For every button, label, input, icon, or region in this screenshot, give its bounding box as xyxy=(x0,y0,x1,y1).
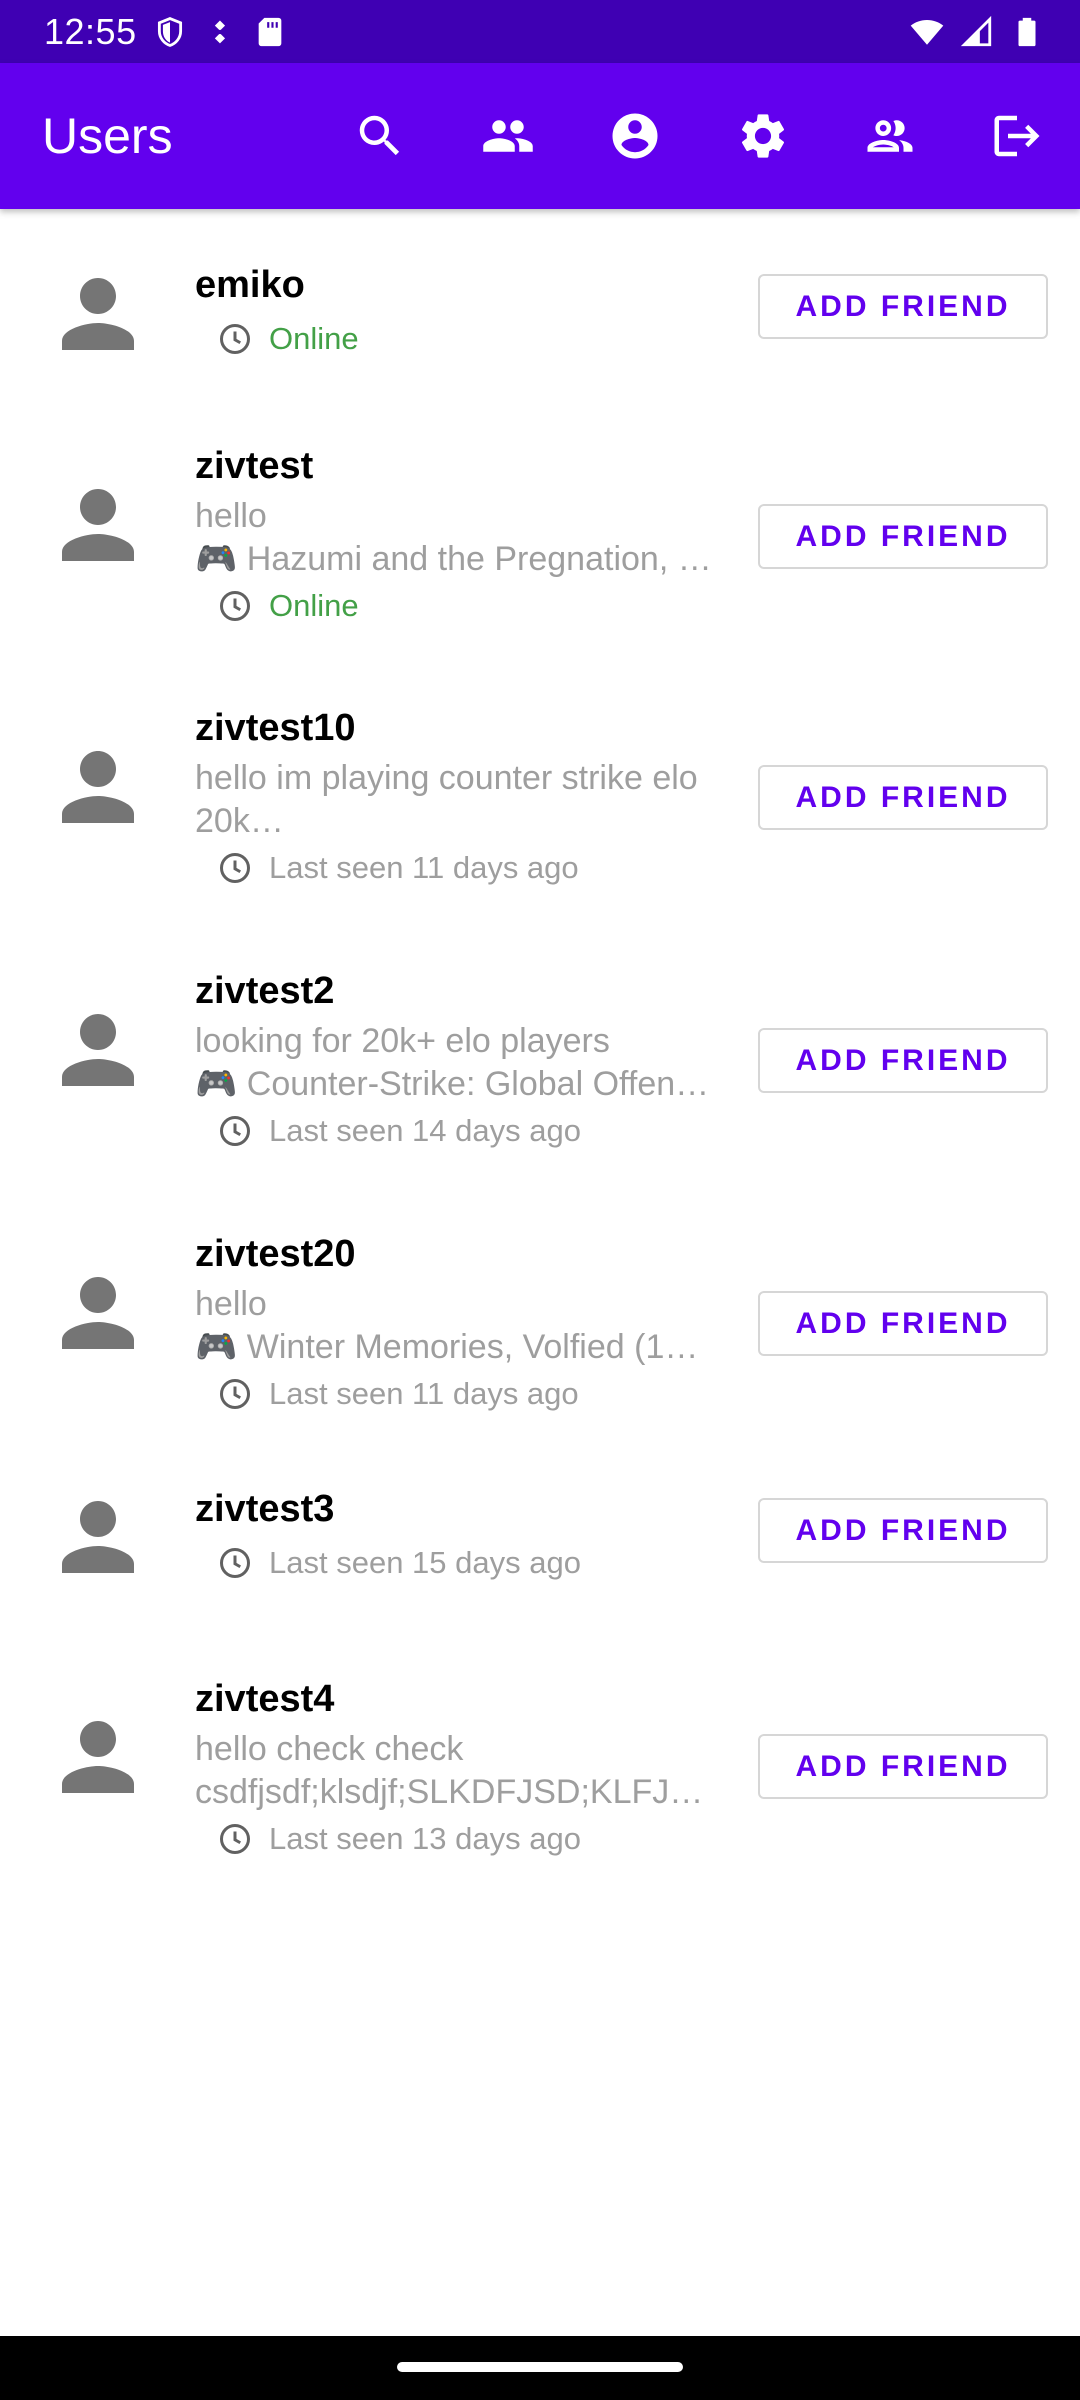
user-bio: hello check check csdfjsdf;klsdjf;SLKDFJ… xyxy=(195,1730,704,1811)
avatar xyxy=(44,733,152,841)
settings-button[interactable] xyxy=(728,101,798,171)
user-info: zivtest4 hello check check csdfjsdf;klsd… xyxy=(195,1676,735,1864)
user-info: zivtest10 hello im playing counter strik… xyxy=(195,705,735,893)
app-bar: Users xyxy=(0,63,1080,209)
logout-button[interactable] xyxy=(982,101,1052,171)
logout-icon xyxy=(994,115,1040,157)
status-text: Last seen 15 days ago xyxy=(269,1545,581,1580)
status-line: Online xyxy=(195,581,735,631)
user-bio: hello xyxy=(195,497,267,535)
user-list: emiko Online ADD FRIEND zivtest hello 🎮 … xyxy=(0,209,1080,1887)
person-icon xyxy=(62,1501,134,1573)
list-item[interactable]: emiko Online ADD FRIEND xyxy=(0,209,1080,395)
status-text: Last seen 14 days ago xyxy=(269,1113,581,1148)
profile-button[interactable] xyxy=(600,101,670,171)
status-line: Last seen 11 days ago xyxy=(195,1369,735,1419)
list-item[interactable]: zivtest10 hello im playing counter strik… xyxy=(0,655,1080,918)
avatar xyxy=(44,1259,152,1367)
user-info: zivtest2 looking for 20k+ elo players 🎮 … xyxy=(195,968,735,1156)
add-friend-button[interactable]: ADD FRIEND xyxy=(758,1291,1048,1356)
settings-icon xyxy=(741,114,785,158)
group-outline-icon xyxy=(867,120,913,152)
avatar xyxy=(44,1703,152,1811)
list-item[interactable]: zivtest2 looking for 20k+ elo players 🎮 … xyxy=(0,918,1080,1181)
person-icon xyxy=(62,489,134,561)
username: zivtest3 xyxy=(195,1488,335,1530)
status-text: Online xyxy=(269,321,359,356)
user-bio: hello xyxy=(195,1285,267,1323)
add-friend-button[interactable]: ADD FRIEND xyxy=(758,504,1048,569)
signal-icon xyxy=(960,15,992,46)
status-line: Online xyxy=(195,314,735,364)
avatar xyxy=(44,1483,152,1591)
user-info: zivtest3 Last seen 15 days ago xyxy=(195,1486,735,1588)
status-line: Last seen 13 days ago xyxy=(195,1814,735,1864)
status-text: Online xyxy=(269,588,359,623)
status-bar-left: 12:55 xyxy=(44,11,287,53)
people-icon xyxy=(483,120,533,152)
username: zivtest10 xyxy=(195,707,356,749)
person-icon xyxy=(62,1277,134,1349)
navigation-bar xyxy=(0,2336,1080,2400)
user-bio: hello im playing counter strike elo 20k… xyxy=(195,759,698,840)
add-friend-button[interactable]: ADD FRIEND xyxy=(758,1498,1048,1563)
list-item[interactable]: zivtest hello 🎮 Hazumi and the Pregnatio… xyxy=(0,395,1080,655)
list-item[interactable]: zivtest3 Last seen 15 days ago ADD FRIEN… xyxy=(0,1444,1080,1624)
username: emiko xyxy=(195,264,305,306)
person-icon xyxy=(62,1721,134,1793)
clock-icon xyxy=(220,1548,250,1578)
account-circle-icon xyxy=(612,113,658,159)
username: zivtest4 xyxy=(195,1678,335,1720)
clock-icon xyxy=(220,1824,250,1854)
status-time: 12:55 xyxy=(44,10,137,52)
status-text: Last seen 11 days ago xyxy=(269,850,579,885)
data-saver-icon xyxy=(214,19,225,43)
status-line: Last seen 15 days ago xyxy=(195,1538,735,1588)
user-info: zivtest hello 🎮 Hazumi and the Pregnatio… xyxy=(195,443,735,631)
search-button[interactable] xyxy=(345,101,415,171)
status-text: Last seen 13 days ago xyxy=(269,1821,581,1856)
clock-icon xyxy=(220,1116,250,1146)
user-bio: looking for 20k+ elo players xyxy=(195,1022,610,1060)
sd-card-icon xyxy=(258,17,281,46)
wifi-icon xyxy=(910,19,944,45)
add-friend-button[interactable]: ADD FRIEND xyxy=(758,765,1048,830)
home-gesture-handle[interactable] xyxy=(397,2362,683,2372)
status-text: Last seen 11 days ago xyxy=(269,1376,579,1411)
clock-icon xyxy=(220,853,250,883)
user-info: emiko Online xyxy=(195,262,735,364)
user-game: 🎮 Counter-Strike: Global Offen… xyxy=(195,1065,710,1103)
avatar xyxy=(44,996,152,1104)
status-bar: 12:55 xyxy=(0,0,1080,63)
groups-button[interactable] xyxy=(855,101,925,171)
username: zivtest2 xyxy=(195,970,335,1012)
list-item[interactable]: zivtest20 hello 🎮 Winter Memories, Volfi… xyxy=(0,1181,1080,1444)
status-line: Last seen 11 days ago xyxy=(195,843,735,893)
clock-icon xyxy=(220,324,250,354)
battery-icon xyxy=(1018,17,1036,46)
add-friend-button[interactable]: ADD FRIEND xyxy=(758,1734,1048,1799)
add-friend-button[interactable]: ADD FRIEND xyxy=(758,274,1048,339)
username: zivtest xyxy=(195,445,314,487)
list-item[interactable]: zivtest4 hello check check csdfjsdf;klsd… xyxy=(0,1624,1080,1887)
page-title: Users xyxy=(42,108,173,164)
avatar xyxy=(44,471,152,579)
clock-icon xyxy=(220,591,250,621)
friends-button[interactable] xyxy=(473,101,543,171)
user-game: 🎮 Winter Memories, Volfied (1… xyxy=(195,1328,699,1366)
person-icon xyxy=(62,751,134,823)
person-icon xyxy=(62,1014,134,1086)
search-icon xyxy=(359,115,400,156)
user-info: zivtest20 hello 🎮 Winter Memories, Volfi… xyxy=(195,1231,735,1419)
status-line: Last seen 14 days ago xyxy=(195,1106,735,1156)
shield-icon xyxy=(157,16,182,47)
avatar xyxy=(44,260,152,368)
clock-icon xyxy=(220,1379,250,1409)
user-game: 🎮 Hazumi and the Pregnation, … xyxy=(195,540,712,578)
status-bar-right xyxy=(910,15,1044,49)
username: zivtest20 xyxy=(195,1233,356,1275)
add-friend-button[interactable]: ADD FRIEND xyxy=(758,1028,1048,1093)
person-icon xyxy=(62,278,134,350)
